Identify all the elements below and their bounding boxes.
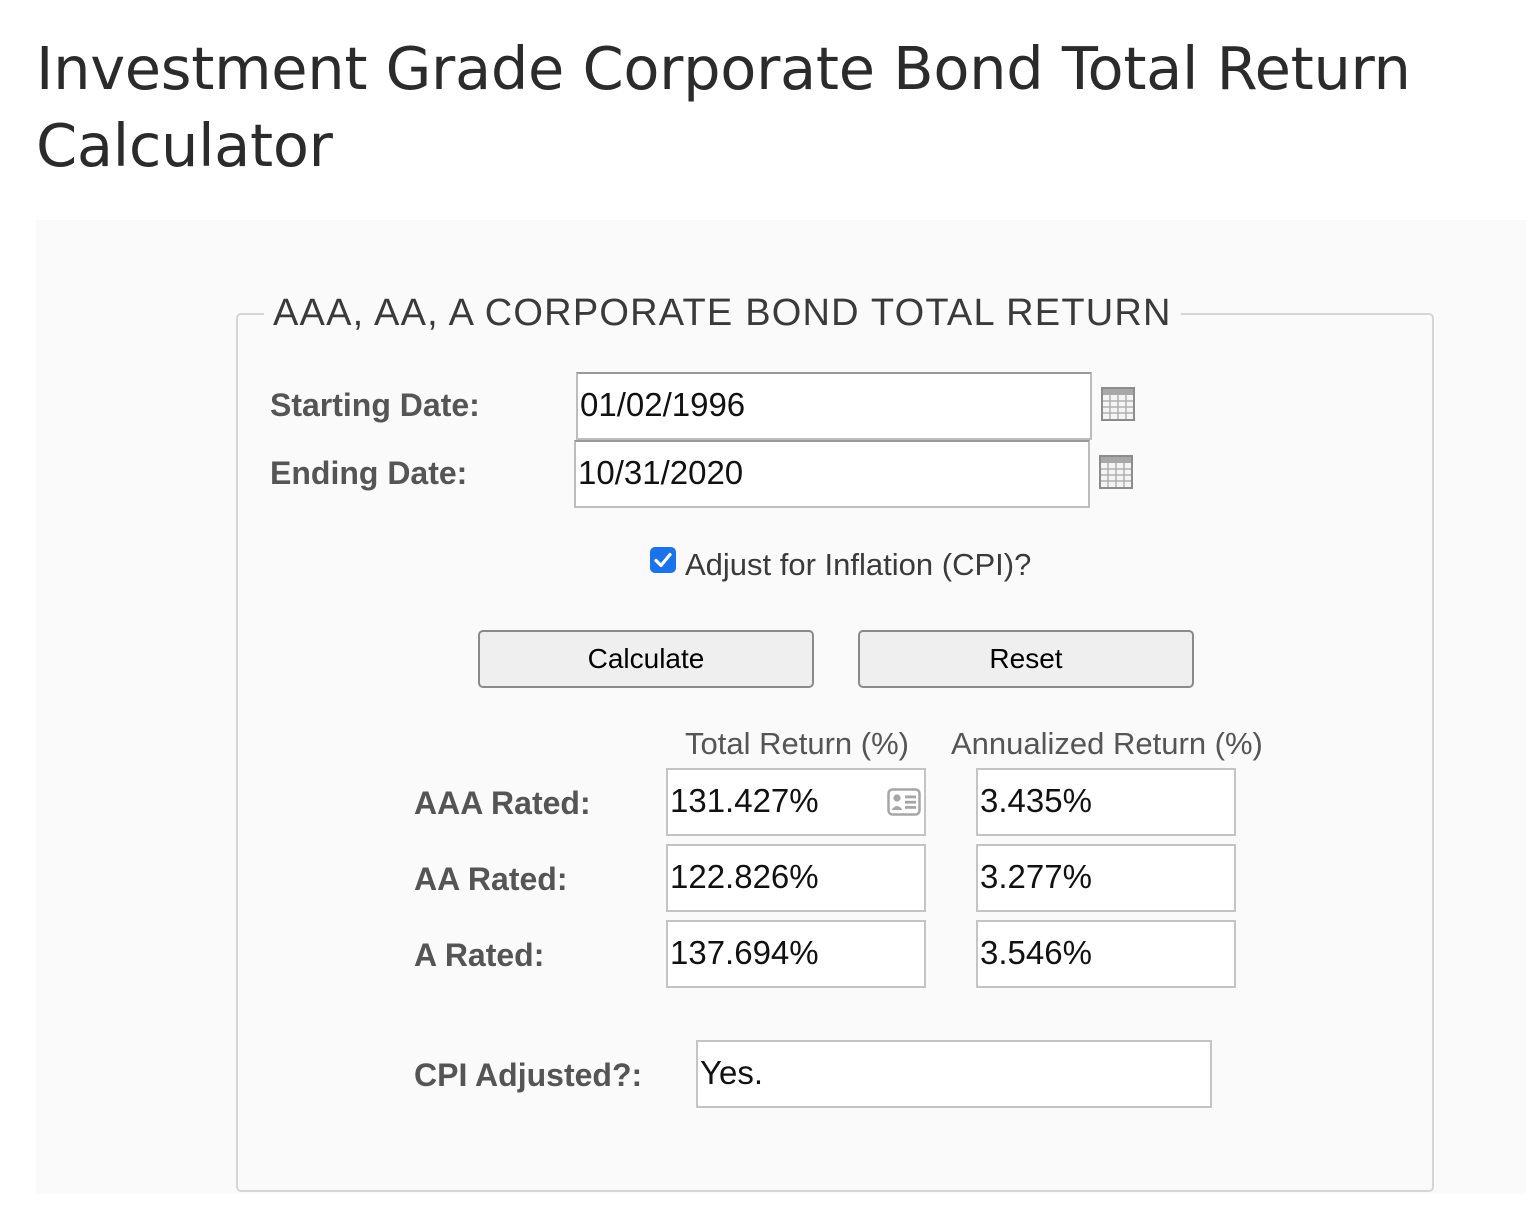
starting-date-input[interactable]: 01/02/1996 [576, 372, 1092, 440]
aaa-rated-label: AAA Rated: [414, 785, 591, 821]
fieldset-legend: AAA, AA, A CORPORATE BOND TOTAL RETURN [264, 290, 1181, 336]
a-total-return-field[interactable]: 137.694% [666, 920, 926, 988]
calendar-icon[interactable] [1099, 455, 1133, 489]
a-rated-label: A Rated: [414, 937, 545, 973]
reset-button[interactable]: Reset [858, 630, 1194, 688]
aa-annualized-return-field[interactable]: 3.277% [976, 844, 1236, 912]
total-return-header: Total Return (%) [685, 726, 909, 761]
aa-total-return-field[interactable]: 122.826% [666, 844, 926, 912]
page-title: Investment Grade Corporate Bond Total Re… [36, 34, 1411, 180]
annualized-return-header: Annualized Return (%) [951, 726, 1263, 761]
ending-date-input[interactable]: 10/31/2020 [574, 440, 1090, 508]
cpi-adjusted-label: CPI Adjusted?: [414, 1057, 643, 1093]
ending-date-label: Ending Date: [270, 455, 468, 491]
inflation-checkbox-label[interactable]: Adjust for Inflation (CPI)? [685, 545, 1031, 585]
inflation-checkbox[interactable] [650, 547, 676, 573]
calculate-button[interactable]: Calculate [478, 630, 814, 688]
contact-card-icon[interactable] [887, 788, 921, 816]
starting-date-label: Starting Date: [270, 387, 480, 423]
aa-rated-label: AA Rated: [414, 861, 568, 897]
checkmark-icon [654, 552, 672, 568]
a-annualized-return-field[interactable]: 3.546% [976, 920, 1236, 988]
cpi-adjusted-field[interactable]: Yes. [696, 1040, 1212, 1108]
calendar-icon[interactable] [1101, 387, 1135, 421]
aaa-annualized-return-field[interactable]: 3.435% [976, 768, 1236, 836]
